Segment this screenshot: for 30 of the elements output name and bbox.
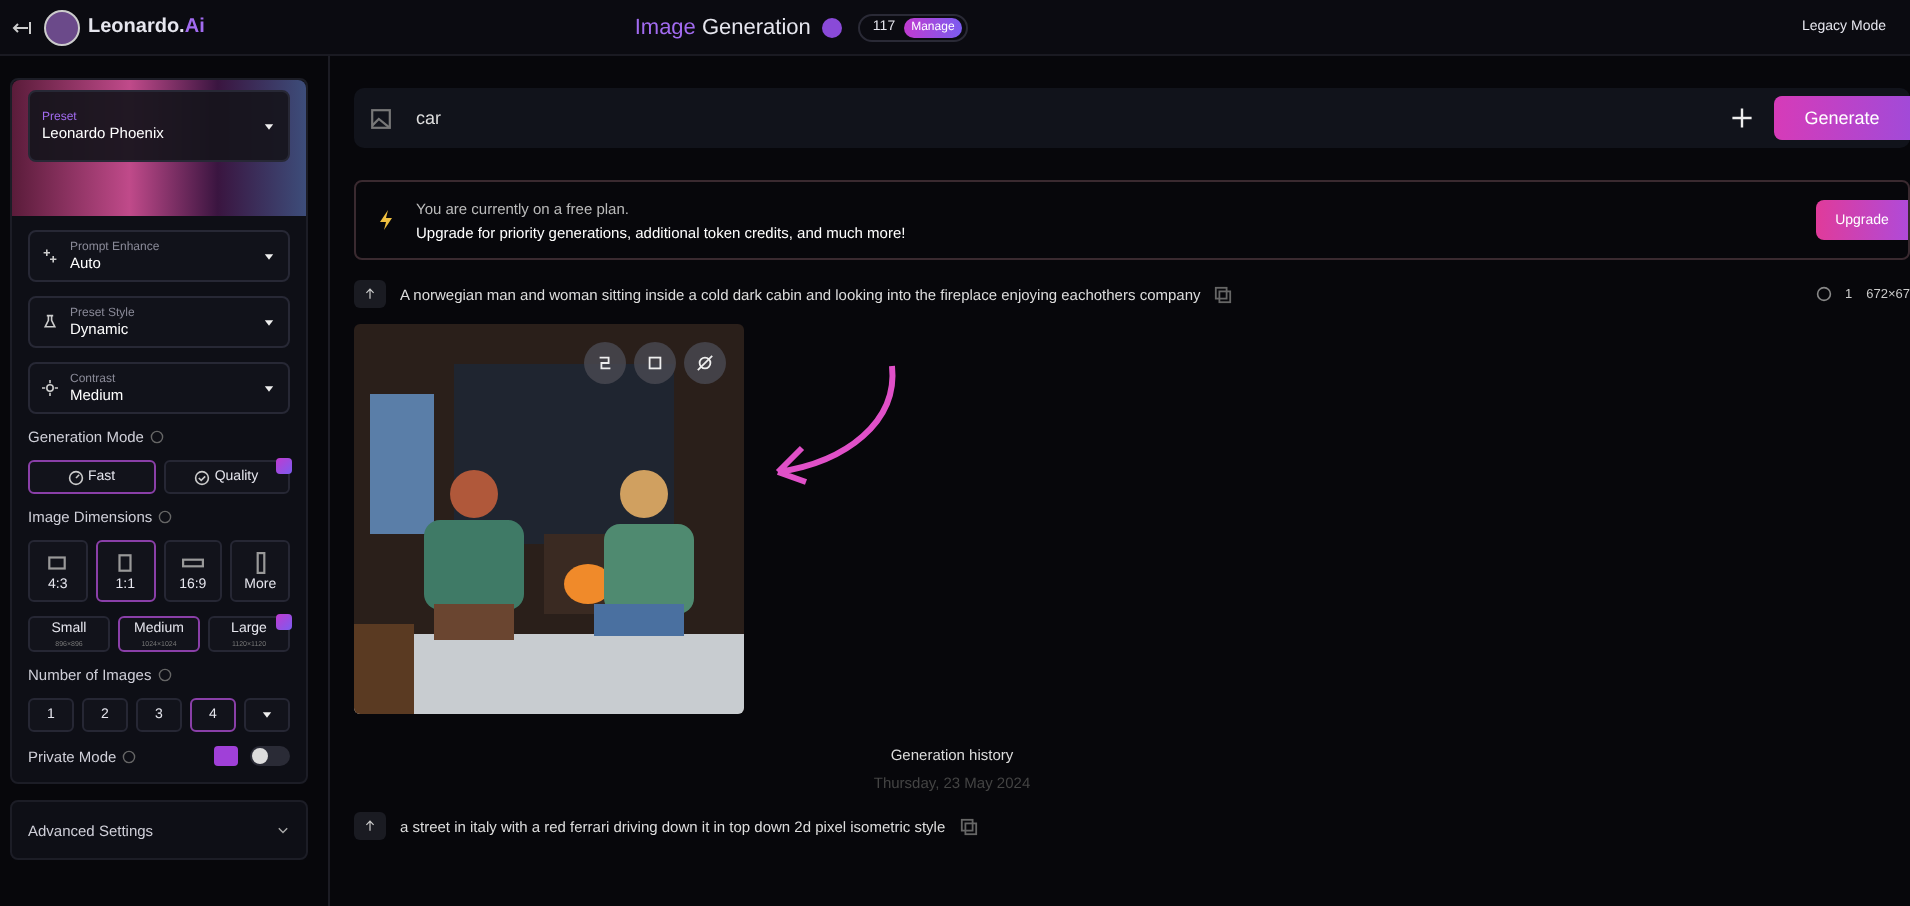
caret-icon: [262, 249, 276, 263]
page-title: Image Generation: [634, 15, 811, 39]
avatar-icon: [44, 9, 80, 45]
generate-button[interactable]: Generate: [1774, 96, 1910, 140]
caret-icon: [262, 315, 276, 329]
aspect-ratio-icon: [46, 551, 69, 573]
aspect-ratio-icon: [114, 551, 137, 573]
sun-icon: [42, 380, 58, 396]
image-icon: [370, 107, 392, 129]
private-mode-toggle[interactable]: [250, 746, 290, 766]
lightning-icon: [376, 210, 396, 230]
upload-button[interactable]: [354, 280, 386, 308]
back-icon: [12, 17, 32, 37]
prompt-input[interactable]: car: [412, 106, 1710, 130]
gauge-icon: [67, 469, 84, 485]
arrow-up-icon: [364, 288, 376, 300]
flask-icon: [42, 314, 58, 330]
upload-button[interactable]: [354, 812, 386, 840]
caret-icon: [262, 381, 276, 395]
check-circle-icon: [194, 469, 211, 485]
chevron-down-icon: [276, 823, 290, 837]
remix-icon: [596, 354, 614, 372]
copy-icon: [959, 817, 978, 835]
arrow-up-icon: [364, 820, 376, 832]
caret-icon: [262, 119, 276, 133]
eye-off-icon: [696, 354, 714, 372]
prompt-field[interactable]: car Generate: [354, 88, 1910, 148]
logo-text: Leonardo.Ai: [88, 16, 205, 38]
caret-icon: [260, 708, 274, 722]
copy-icon: [1214, 285, 1233, 303]
